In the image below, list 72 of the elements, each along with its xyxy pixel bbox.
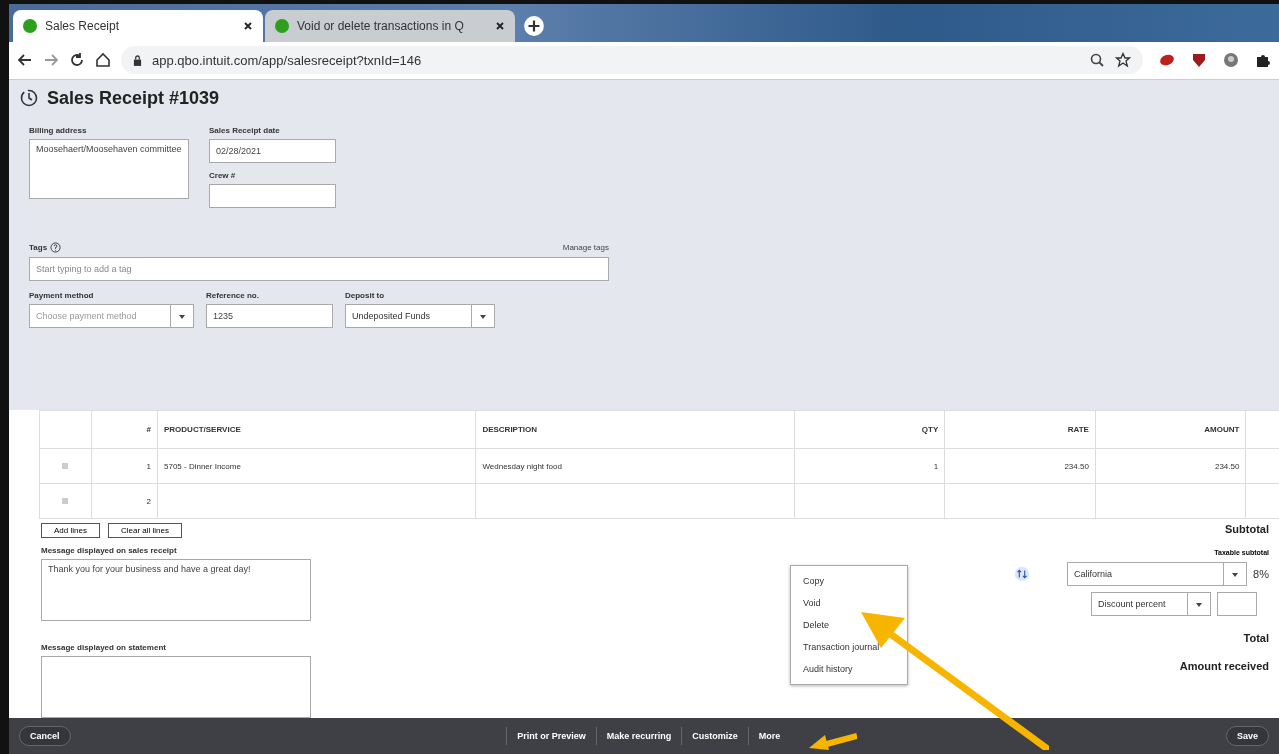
arrow-annotation — [809, 732, 857, 750]
field-label: Billing address — [29, 126, 88, 135]
field-label: Tags — [29, 243, 48, 252]
menu-item[interactable]: Copy — [791, 570, 907, 592]
star-icon[interactable] — [1115, 52, 1131, 69]
column-header: RATE — [1067, 425, 1089, 434]
field-label: Message displayed on statement — [41, 643, 167, 652]
tax-rate-dropdown[interactable]: California — [1067, 562, 1248, 586]
menu-item[interactable]: Void — [791, 592, 907, 614]
drag-handle-icon[interactable] — [62, 497, 69, 504]
new-tab-icon[interactable] — [523, 14, 545, 37]
table-cell: 2 — [146, 496, 151, 506]
message-field[interactable] — [41, 656, 311, 718]
table-cell: 234.50 — [1064, 461, 1089, 471]
deposit-to-dropdown[interactable]: Undeposited Funds — [345, 304, 495, 328]
page-title: Sales Receipt #1039 — [47, 87, 220, 109]
footer-button[interactable]: Make recurring — [595, 727, 682, 745]
column-header: QTY — [921, 425, 939, 434]
crew-field[interactable] — [209, 184, 336, 208]
reload-icon[interactable] — [69, 52, 85, 69]
menu-item[interactable]: Audit history — [791, 658, 907, 680]
reference-field[interactable]: 1235 — [206, 304, 333, 328]
amount-received-label: Amount received — [1179, 660, 1269, 672]
message-field[interactable]: Thank you for your business and have a great day! — [41, 559, 311, 621]
address-bar[interactable]: app.qbo.intuit.com/app/salesreceipt?txnId=146 — [121, 46, 1143, 75]
field-label: Crew # — [209, 171, 237, 180]
browser-tab[interactable]: Sales Receipt — [13, 9, 263, 42]
column-header: PRODUCT/SERVICE — [164, 425, 241, 434]
tags-field[interactable]: Start typing to add a tag — [29, 257, 609, 281]
menu-item[interactable]: Delete — [791, 614, 907, 636]
discount-field[interactable] — [1217, 592, 1257, 616]
column-header: AMOUNT — [1204, 425, 1240, 434]
date-field[interactable]: 02/28/2021 — [209, 139, 336, 163]
drag-handle-icon[interactable] — [62, 462, 69, 469]
subtotal-label: Subtotal — [1225, 523, 1269, 535]
tax-percent: 8% — [1253, 568, 1269, 580]
swap-icon[interactable] — [1013, 565, 1032, 583]
profile-icon[interactable] — [1223, 52, 1239, 69]
zoom-icon[interactable] — [1089, 52, 1105, 69]
home-icon[interactable] — [95, 52, 111, 69]
line-button[interactable]: Clear all lines — [107, 523, 182, 538]
field-label: Message displayed on sales receipt — [41, 546, 178, 555]
puzzle-icon[interactable] — [1255, 52, 1271, 69]
line-button[interactable]: Add lines — [41, 523, 100, 538]
table-cell: 234.50 — [1214, 461, 1240, 471]
field-label: Payment method — [29, 291, 95, 300]
close-icon[interactable] — [243, 20, 253, 31]
footer-button[interactable]: More — [747, 727, 791, 745]
column-header: DESCRIPTION — [482, 425, 538, 434]
close-icon[interactable] — [495, 20, 505, 31]
history-icon[interactable] — [19, 88, 39, 108]
column-header: # — [146, 425, 151, 434]
lock-icon — [133, 54, 142, 66]
table-cell: 5705 - Dinner Income — [164, 461, 241, 471]
field-label: Sales Receipt date — [209, 126, 281, 135]
footer-button[interactable]: Print or Preview — [506, 727, 596, 745]
menu-item[interactable]: Transaction journal — [791, 636, 907, 658]
cancel-button[interactable]: Cancel — [19, 726, 71, 746]
table-cell: 1 — [933, 461, 939, 471]
table-cell: Wednesday night food — [482, 461, 562, 471]
help-icon[interactable] — [50, 242, 62, 253]
billing-address-field[interactable]: Moosehaert/Moosehaven committee — [29, 139, 189, 199]
field-label: Deposit to — [345, 291, 386, 300]
browser-tab[interactable]: Void or delete transactions in Q — [265, 9, 515, 42]
manage-tags-link[interactable]: Manage tags — [562, 243, 609, 252]
total-label: Total — [1243, 632, 1269, 644]
field-label: Reference no. — [206, 291, 260, 300]
table-cell: 1 — [146, 461, 151, 471]
save-button[interactable]: Save — [1226, 726, 1269, 746]
discount-dropdown[interactable]: Discount percent — [1091, 592, 1211, 616]
shield-icon[interactable] — [1191, 52, 1207, 69]
footer-button[interactable]: Customize — [681, 727, 748, 745]
